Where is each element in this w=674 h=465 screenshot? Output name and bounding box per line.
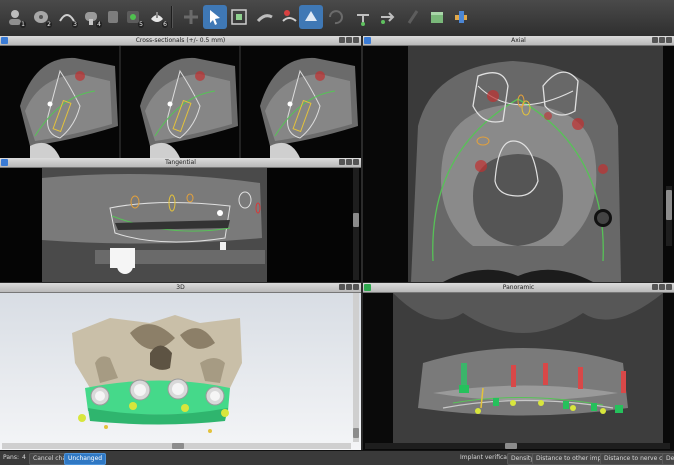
vertical-scrollbar[interactable] bbox=[353, 168, 359, 280]
view-3d-canvas[interactable] bbox=[0, 293, 361, 450]
nerve-button[interactable] bbox=[253, 5, 277, 29]
undo-button[interactable] bbox=[323, 5, 347, 29]
measure-button[interactable] bbox=[227, 5, 251, 29]
panoramic-panel[interactable]: Panoramic bbox=[363, 283, 674, 450]
curve-button[interactable]: 3 bbox=[55, 5, 79, 29]
panel-tools bbox=[339, 37, 359, 44]
step-badge: 2 bbox=[46, 21, 52, 28]
step-badge: 5 bbox=[138, 21, 144, 28]
panel-header: Cross-sectionals (+/- 0.5 mm) bbox=[0, 36, 361, 46]
layout-icon[interactable] bbox=[339, 159, 345, 165]
maximize-icon[interactable] bbox=[353, 159, 359, 165]
view-3d-button[interactable] bbox=[299, 5, 323, 29]
screw-icon bbox=[407, 10, 419, 24]
annotate-icon bbox=[282, 10, 297, 22]
pans-value: 4 bbox=[22, 454, 26, 461]
tangential-view[interactable] bbox=[0, 168, 361, 282]
cross-sectionals-panel[interactable]: Cross-sectionals (+/- 0.5 mm) bbox=[0, 36, 361, 158]
guide-button[interactable]: 5 bbox=[121, 5, 145, 29]
rotate-icon bbox=[381, 12, 395, 24]
layout-icon[interactable] bbox=[652, 37, 658, 43]
vertical-scrollbar[interactable] bbox=[666, 186, 672, 246]
panel-tools bbox=[339, 159, 359, 166]
view-3d-panel[interactable]: 3D bbox=[0, 283, 361, 450]
implant-button[interactable]: 4 bbox=[79, 5, 103, 29]
patient-button[interactable]: 1 bbox=[3, 5, 27, 29]
horizontal-scrollbar[interactable] bbox=[2, 443, 351, 449]
panoramic-view[interactable] bbox=[363, 293, 674, 450]
vertical-scrollbar[interactable] bbox=[353, 293, 359, 442]
step-badge: 6 bbox=[162, 21, 168, 28]
maximize-icon[interactable] bbox=[666, 284, 672, 290]
panel-title: Panoramic bbox=[502, 284, 535, 291]
screw-button[interactable] bbox=[401, 5, 425, 29]
volume-button[interactable]: 2 bbox=[29, 5, 53, 29]
box-icon bbox=[431, 12, 443, 23]
snap-button[interactable] bbox=[351, 5, 375, 29]
select-icon bbox=[210, 10, 220, 25]
step-badge: 3 bbox=[72, 21, 78, 28]
panel-tools bbox=[652, 284, 672, 291]
panel-header: Tangential bbox=[0, 158, 361, 168]
add-implant-icon bbox=[184, 10, 198, 24]
panoramic-slice bbox=[363, 293, 674, 450]
tool-button[interactable] bbox=[449, 5, 473, 29]
add-implant-button[interactable] bbox=[179, 5, 203, 29]
cross-sectional-slices bbox=[0, 46, 361, 158]
axial-panel[interactable]: Axial bbox=[363, 36, 674, 282]
panel-tools bbox=[652, 37, 672, 44]
layout-icon[interactable] bbox=[339, 284, 345, 290]
panel-header: 3D bbox=[0, 283, 361, 293]
snap-icon bbox=[357, 14, 369, 26]
annotate-button[interactable] bbox=[277, 5, 301, 29]
pin-icon[interactable] bbox=[659, 37, 665, 43]
axial-view[interactable] bbox=[363, 46, 674, 282]
unchanged-button[interactable]: Unchanged bbox=[64, 453, 107, 465]
rotate-button[interactable] bbox=[375, 5, 399, 29]
tangential-panel[interactable]: Tangential bbox=[0, 158, 361, 282]
tangential-slice bbox=[0, 168, 361, 282]
axial-slice bbox=[363, 46, 674, 282]
panel-title: 3D bbox=[176, 284, 185, 291]
maximize-icon[interactable] bbox=[353, 37, 359, 43]
step-badge: 1 bbox=[20, 21, 26, 28]
undo-icon bbox=[329, 10, 343, 25]
layout-icon[interactable] bbox=[652, 284, 658, 290]
main-toolbar: 1 2 3 4 5 6 bbox=[0, 0, 674, 37]
panel-title: Tangential bbox=[165, 159, 196, 166]
pin-icon[interactable] bbox=[659, 284, 665, 290]
export-button[interactable]: 6 bbox=[145, 5, 169, 29]
box-button[interactable] bbox=[425, 5, 449, 29]
nerve-icon bbox=[256, 14, 273, 23]
cross-sectional-views[interactable] bbox=[0, 46, 361, 158]
more-verification-button[interactable]: Den bbox=[662, 453, 674, 465]
toolbar-separator bbox=[171, 6, 173, 28]
pin-icon[interactable] bbox=[346, 37, 352, 43]
panel-header: Panoramic bbox=[363, 283, 674, 293]
scroll-thumb[interactable] bbox=[172, 443, 184, 449]
pin-icon[interactable] bbox=[346, 159, 352, 165]
select-button[interactable] bbox=[203, 5, 227, 29]
scroll-thumb[interactable] bbox=[353, 428, 359, 438]
scroll-thumb[interactable] bbox=[505, 443, 517, 449]
scroll-thumb[interactable] bbox=[666, 190, 672, 220]
measure-icon bbox=[231, 9, 247, 25]
pans-label: Pans: bbox=[3, 454, 19, 461]
layout-icon[interactable] bbox=[339, 37, 345, 43]
panel-title: Cross-sectionals (+/- 0.5 mm) bbox=[135, 37, 226, 44]
view-3d-icon bbox=[305, 11, 317, 21]
maximize-icon[interactable] bbox=[666, 37, 672, 43]
tool-icon bbox=[455, 11, 467, 23]
scroll-thumb[interactable] bbox=[353, 213, 359, 227]
maximize-icon[interactable] bbox=[353, 284, 359, 290]
panel-tools bbox=[339, 284, 359, 291]
status-bar: Pans: 4 Cancel change Unchanged Implant … bbox=[0, 450, 674, 465]
panel-header: Axial bbox=[363, 36, 674, 46]
pin-icon[interactable] bbox=[346, 284, 352, 290]
panel-title: Axial bbox=[511, 37, 526, 44]
horizontal-scrollbar[interactable] bbox=[365, 443, 670, 449]
sleeve-icon bbox=[108, 11, 118, 23]
jaw-3d-model bbox=[72, 315, 242, 433]
